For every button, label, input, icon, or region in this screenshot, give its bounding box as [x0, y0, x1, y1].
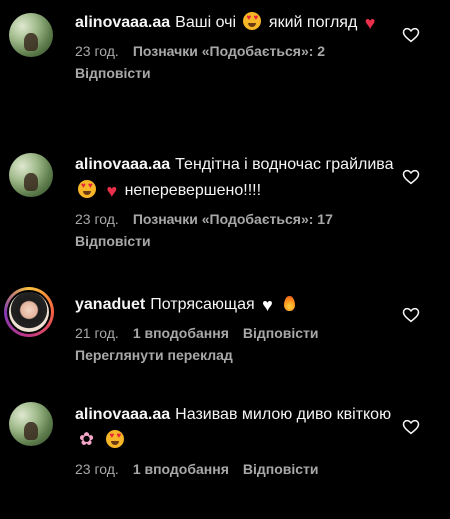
comment-time: 23 год. — [75, 211, 119, 227]
heart-eyes-emoji-icon — [243, 12, 262, 30]
comment-text-part: Ваші очі — [175, 14, 237, 31]
comment-text: alinovaaa.aa Ваші очі який погляд ♥ — [75, 10, 395, 36]
heart-eyes-emoji-icon — [78, 180, 96, 198]
reply-button[interactable]: Відповісти — [243, 461, 319, 477]
likes-count[interactable]: 1 вподобання — [133, 325, 229, 341]
white-heart-emoji-icon: ♥ — [262, 295, 273, 315]
cherry-blossom-emoji-icon — [79, 430, 95, 448]
comment-time: 23 год. — [75, 461, 119, 477]
comment-username[interactable]: alinovaaa.aa — [75, 14, 170, 31]
comment-time: 23 год. — [75, 43, 119, 59]
comment-meta: 21 год. 1 вподобання Відповісти — [75, 322, 395, 344]
comment-text-part: Тендітна і водночас грайлива — [175, 156, 394, 173]
story-avatar[interactable] — [4, 287, 54, 337]
likes-count[interactable]: Позначки «Подобається»: 2 — [133, 43, 325, 59]
reply-button[interactable]: Відповісти — [75, 233, 151, 249]
comment-meta: 23 год. Позначки «Подобається»: 2 — [75, 40, 395, 62]
see-translation-button[interactable]: Переглянути переклад — [75, 347, 233, 363]
avatar[interactable] — [9, 13, 53, 57]
comment-username[interactable]: alinovaaa.aa — [75, 156, 170, 173]
likes-count[interactable]: Позначки «Подобається»: 17 — [133, 211, 333, 227]
heart-outline-icon[interactable] — [402, 306, 420, 324]
avatar[interactable] — [9, 153, 53, 197]
avatar[interactable] — [9, 402, 53, 446]
comment-text-part: неперевершено!!!! — [124, 182, 262, 199]
comment-text: yanaduet Потрясающая ♥ — [75, 292, 395, 318]
fire-emoji-icon — [284, 296, 296, 311]
heart-outline-icon[interactable] — [402, 418, 420, 436]
comment-text-part: Потрясающая — [150, 296, 255, 313]
comment-meta: 23 год. 1 вподобання Відповісти — [75, 458, 395, 480]
reply-button[interactable]: Відповісти — [243, 325, 319, 341]
comment-username[interactable]: yanaduet — [75, 296, 145, 313]
comment-text-part: який погляд — [268, 14, 358, 31]
red-heart-emoji-icon: ♥ — [106, 181, 118, 201]
heart-outline-icon[interactable] — [402, 26, 420, 44]
comment-time: 21 год. — [75, 325, 119, 341]
red-heart-emoji-icon: ♥ — [364, 13, 376, 33]
heart-outline-icon[interactable] — [402, 168, 420, 186]
comment-text: alinovaaa.aa Називав милою диво квіткою — [75, 402, 395, 454]
comment-username[interactable]: alinovaaa.aa — [75, 406, 170, 423]
heart-eyes-emoji-icon — [106, 430, 125, 448]
likes-count[interactable]: 1 вподобання — [133, 461, 229, 477]
comment-text: alinovaaa.aa Тендітна і водночас грайлива… — [75, 152, 395, 204]
reply-button[interactable]: Відповісти — [75, 65, 151, 81]
comment-meta: 23 год. Позначки «Подобається»: 17 — [75, 208, 395, 230]
comment-text-part: Називав милою диво квіткою — [175, 406, 392, 423]
